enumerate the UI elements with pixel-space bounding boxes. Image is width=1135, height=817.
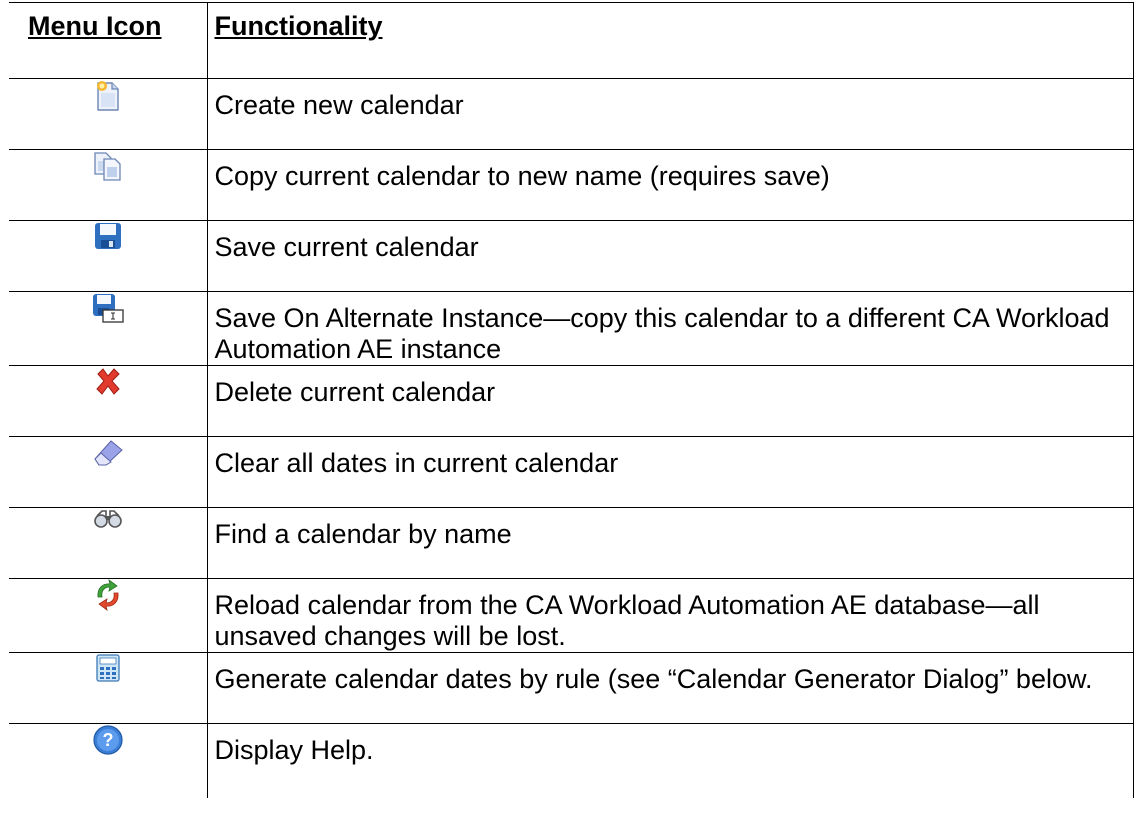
functionality-cell: Find a calendar by name (206, 507, 1134, 579)
menu-icon-header: Menu Icon (9, 2, 208, 79)
reload-icon (93, 579, 123, 611)
binoculars-icon (92, 510, 124, 528)
table-row: Generate calendar dates by rule (see “Ca… (9, 652, 1134, 724)
save-alternate-instance-icon (91, 294, 125, 323)
functionality-cell: Generate calendar dates by rule (see “Ca… (206, 652, 1134, 724)
table-row: Reload calendar from the CA Workload Aut… (9, 578, 1134, 653)
table-row: Find a calendar by name (9, 507, 1134, 579)
icon-cell (9, 78, 208, 150)
icon-cell (9, 652, 208, 724)
delete-icon (93, 368, 123, 395)
copy-calendar-icon (92, 152, 124, 181)
icon-cell (9, 291, 208, 366)
functionality-header: Functionality (206, 2, 1134, 79)
table-row: Delete current calendar (9, 365, 1134, 437)
functionality-cell: Clear all dates in current calendar (206, 436, 1134, 508)
eraser-icon (91, 440, 125, 466)
functionality-cell: Save On Alternate Instance—copy this cal… (206, 291, 1134, 366)
menu-icon-table: Menu Icon Functionality Create new calen… (9, 2, 1134, 798)
functionality-cell: Save current calendar (206, 220, 1134, 292)
functionality-cell: Create new calendar (206, 78, 1134, 150)
icon-cell (9, 365, 208, 437)
functionality-cell: Display Help. (206, 723, 1134, 798)
table-row: Save On Alternate Instance—copy this cal… (9, 291, 1134, 366)
functionality-cell: Copy current calendar to new name (requi… (206, 149, 1134, 221)
calculator-icon (95, 654, 121, 682)
svg-text:?: ? (102, 730, 113, 750)
icon-cell (9, 578, 208, 653)
table-row: Copy current calendar to new name (requi… (9, 149, 1134, 221)
icon-cell (9, 149, 208, 221)
icon-cell (9, 507, 208, 579)
help-icon: ? (92, 725, 124, 755)
functionality-cell: Reload calendar from the CA Workload Aut… (206, 578, 1134, 653)
icon-cell (9, 436, 208, 508)
icon-cell (9, 220, 208, 292)
table-row: Create new calendar (9, 78, 1134, 150)
table-row: Clear all dates in current calendar (9, 436, 1134, 508)
icon-cell: ? (9, 723, 208, 798)
table-row: Save current calendar (9, 220, 1134, 292)
table-header-row: Menu Icon Functionality (9, 2, 1134, 79)
functionality-cell: Delete current calendar (206, 365, 1134, 437)
table-row: ? Display Help. (9, 723, 1134, 798)
save-icon (93, 223, 123, 249)
new-calendar-icon (94, 81, 122, 111)
